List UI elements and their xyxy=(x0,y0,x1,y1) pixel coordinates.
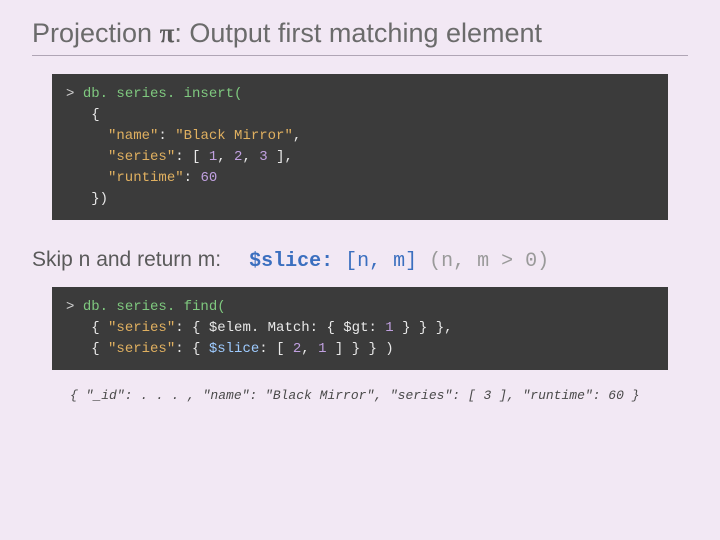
code-line: db. series. find( xyxy=(83,299,226,315)
code-num: 1 xyxy=(385,320,393,336)
code-num: 3 xyxy=(259,149,267,165)
prompt: > xyxy=(66,86,83,102)
code-key: "series" xyxy=(108,341,175,357)
code-key: "name" xyxy=(66,128,158,144)
code-key: "runtime" xyxy=(66,170,184,186)
code-sep: : xyxy=(184,170,201,186)
code-line: { xyxy=(66,107,100,123)
slice-op: $slice: xyxy=(249,250,333,273)
code-sep: : { $elem. Match: { $gt: xyxy=(175,320,385,336)
code-sep: , xyxy=(301,341,318,357)
code-sep: ] } } ) xyxy=(327,341,394,357)
code-sep: } } }, xyxy=(394,320,453,336)
code-block-insert: > db. series. insert( { "name": "Black M… xyxy=(52,74,668,220)
code-sep: : xyxy=(158,128,175,144)
code-sep: , xyxy=(217,149,234,165)
slide-title: Projection π: Output first matching elem… xyxy=(32,18,688,56)
prompt: > xyxy=(66,299,83,315)
code-num: 1 xyxy=(318,341,326,357)
result-output: { "_id": . . . , "name": "Black Mirror",… xyxy=(70,388,668,403)
code-num: 1 xyxy=(209,149,217,165)
code-block-find: > db. series. find( { "series": { $elem.… xyxy=(52,287,668,370)
code-key: "series" xyxy=(66,149,175,165)
code-sep: { xyxy=(66,341,108,357)
code-key: "series" xyxy=(108,320,175,336)
code-sep: { xyxy=(66,320,108,336)
code-sep: , xyxy=(242,149,259,165)
code-line: }) xyxy=(66,191,108,207)
code-sep: : { xyxy=(175,341,209,357)
subtitle-row: Skip n and return m: $slice: [n, m] (n, … xyxy=(32,248,668,273)
title-suffix: : Output first matching element xyxy=(174,18,542,48)
slice-expression: $slice: [n, m] (n, m > 0) xyxy=(249,250,549,273)
code-num: 60 xyxy=(200,170,217,186)
title-prefix: Projection xyxy=(32,18,160,48)
slice-op: $slice xyxy=(209,341,259,357)
pi-symbol: π xyxy=(160,18,175,48)
subtitle-text: Skip n and return m: xyxy=(32,248,221,272)
code-sep: ], xyxy=(268,149,293,165)
code-sep: : [ xyxy=(175,149,209,165)
code-str: "Black Mirror" xyxy=(175,128,293,144)
code-sep: , xyxy=(293,128,301,144)
slice-args: [n, m] xyxy=(333,250,417,273)
slice-cond: (n, m > 0) xyxy=(417,250,549,273)
code-line: db. series. insert( xyxy=(83,86,243,102)
code-sep: : [ xyxy=(259,341,293,357)
